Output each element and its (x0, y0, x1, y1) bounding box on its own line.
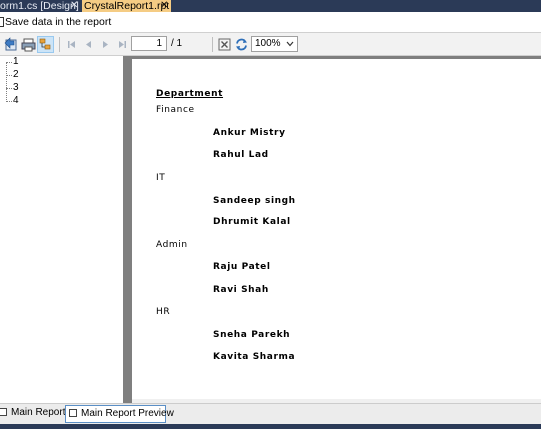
tab-label: Main Report (11, 407, 66, 418)
toolbar-separator (59, 37, 60, 52)
save-data-bar: Save data in the report (0, 12, 541, 33)
group-tree-panel: 1 2 3 4 (0, 56, 123, 403)
tab-main-report[interactable]: Main Report (0, 405, 65, 423)
employee-name: Rahul Lad (213, 150, 269, 160)
tree-item[interactable]: 4 (0, 95, 30, 107)
save-data-checkbox[interactable] (0, 17, 4, 27)
tree-item-label: 4 (13, 95, 19, 106)
employee-name: Dhrumit Kalal (213, 217, 291, 227)
tab-label: orm1.cs [Design] (0, 0, 79, 12)
tab-main-report-preview[interactable]: Main Report Preview (65, 405, 174, 423)
department-name: HR (156, 307, 171, 317)
report-page: Department Finance Ankur Mistry Rahul La… (132, 59, 541, 399)
tree-connector (6, 75, 12, 76)
chevron-down-icon (286, 41, 294, 47)
tree-item[interactable]: 1 (0, 56, 30, 68)
group-tree-toggle-icon[interactable] (37, 36, 54, 53)
tree-item[interactable]: 2 (0, 69, 30, 81)
tree-connector (6, 88, 12, 89)
department-name: Finance (156, 105, 195, 115)
previous-page-icon[interactable] (80, 36, 97, 53)
refresh-icon[interactable] (233, 36, 250, 53)
next-page-icon[interactable] (97, 36, 114, 53)
report-icon (0, 408, 7, 416)
report-preview-area[interactable]: Department Finance Ankur Mistry Rahul La… (123, 56, 541, 403)
save-data-label: Save data in the report (5, 16, 112, 28)
report-viewer-toolbar: 1 / 1 100% (0, 33, 541, 56)
print-icon[interactable] (20, 36, 37, 53)
employee-name: Ravi Shah (213, 285, 269, 295)
tab-label: Main Report Preview (81, 408, 174, 419)
employee-name: Sneha Parekh (213, 330, 291, 340)
employee-name: Kavita Sharma (213, 352, 296, 362)
last-page-icon[interactable] (114, 36, 131, 53)
department-name: IT (156, 173, 166, 183)
close-icon[interactable]: ✕ (70, 0, 78, 12)
close-icon[interactable]: ✕ (160, 0, 168, 12)
employee-name: Ankur Mistry (213, 128, 286, 138)
tree-connector (6, 62, 12, 63)
status-bar (0, 424, 541, 429)
tab-form1-design[interactable]: orm1.cs [Design] ✕ (0, 0, 79, 12)
tree-item-label: 1 (13, 56, 19, 67)
zoom-select[interactable]: 100% (251, 36, 298, 52)
export-icon[interactable] (3, 36, 20, 53)
page-number-input[interactable]: 1 (131, 36, 167, 51)
department-column-header: Department (156, 89, 224, 99)
department-name: Admin (156, 240, 188, 250)
tree-item[interactable]: 3 (0, 82, 30, 94)
preview-icon (69, 409, 77, 417)
tree-item-label: 3 (13, 82, 19, 93)
tree-item-label: 2 (13, 69, 19, 80)
tree-connector (6, 101, 12, 102)
tab-crystal-report[interactable]: CrystalReport1.rpt ✕ (82, 0, 171, 12)
zoom-value: 100% (255, 38, 281, 49)
toolbar-separator (212, 37, 213, 52)
report-view-tabs: Main Report Main Report Preview (0, 403, 541, 424)
employee-name: Raju Patel (213, 262, 271, 272)
employee-name: Sandeep singh (213, 196, 296, 206)
tab-label: CrystalReport1.rpt (84, 0, 170, 12)
stop-icon[interactable] (216, 36, 233, 53)
document-tab-strip: orm1.cs [Design] ✕ CrystalReport1.rpt ✕ (0, 0, 541, 12)
first-page-icon[interactable] (63, 36, 80, 53)
page-total-label: / 1 (171, 38, 183, 49)
